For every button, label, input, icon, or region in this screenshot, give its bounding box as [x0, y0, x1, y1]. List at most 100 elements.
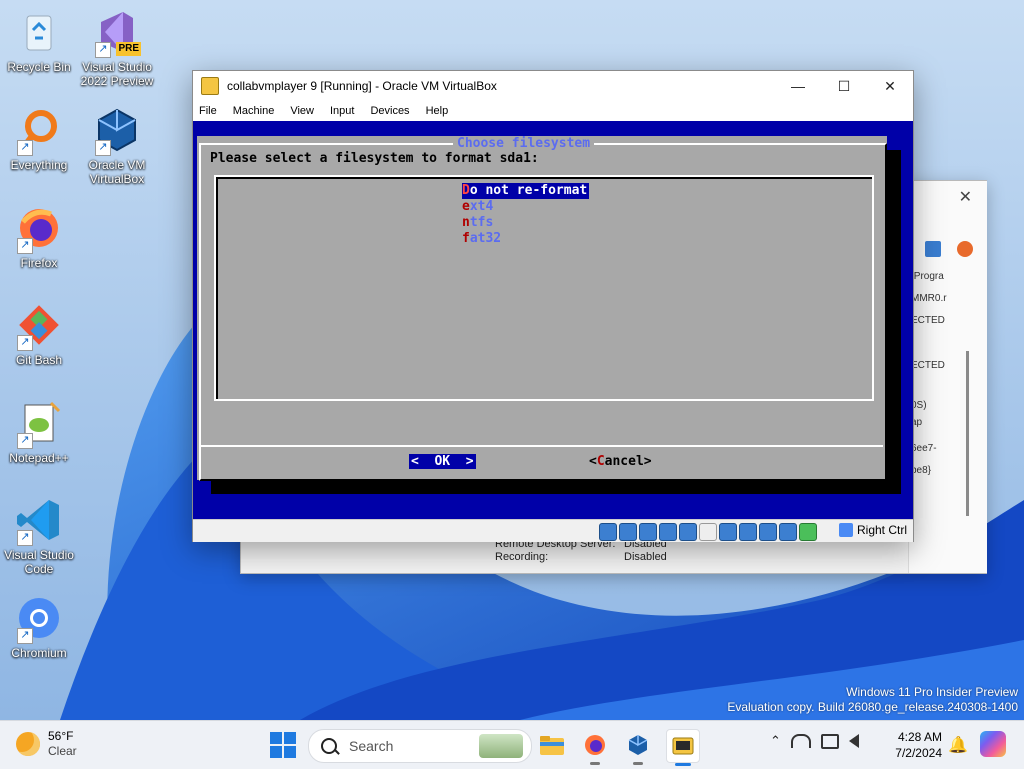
- manager-close-button[interactable]: ✕: [959, 187, 972, 207]
- manager-toolbar-icon[interactable]: [957, 241, 973, 257]
- running-indicator: [633, 762, 643, 765]
- filesystem-dialog: Choose filesystem Please select a filesy…: [197, 136, 887, 481]
- weather-condition: Clear: [48, 744, 77, 758]
- taskbar-firefox[interactable]: [579, 729, 611, 765]
- host-key-label: Right Ctrl: [856, 523, 907, 537]
- taskbar-file-explorer[interactable]: [536, 729, 568, 761]
- detail-text: be8}: [911, 465, 932, 476]
- desktop-icon-vscode[interactable]: ↗ Visual Studio Code: [0, 496, 81, 576]
- visual-studio-preview-icon: ↗ PRE: [93, 8, 141, 58]
- option-do-not-reformat[interactable]: Do not re-format: [462, 183, 590, 199]
- detail-text: MMR0.r: [911, 293, 947, 304]
- taskbar: 56°F Clear Search ⌃ 4:28 AM 7/2/2024 🔔: [0, 720, 1024, 769]
- option-ext4[interactable]: ext4: [462, 199, 589, 215]
- taskbar-virtualbox[interactable]: [622, 729, 654, 765]
- virtualbox-icon: [628, 735, 648, 755]
- vscode-icon: ↗: [15, 496, 63, 546]
- taskbar-collabvm[interactable]: [666, 729, 700, 766]
- vm-window[interactable]: collabvmplayer 9 [Running] - Oracle VM V…: [192, 70, 914, 542]
- desktop-icon-virtualbox[interactable]: ↗ Oracle VM VirtualBox: [75, 106, 159, 186]
- vm-menu-bar: File Machine View Input Devices Help: [193, 101, 913, 121]
- usb-status-icon[interactable]: [679, 523, 697, 541]
- recording-value: Disabled: [624, 551, 667, 563]
- display-icon[interactable]: [820, 733, 839, 749]
- weather-temp: 56°F: [48, 729, 74, 743]
- copilot-icon[interactable]: [980, 731, 1006, 757]
- menu-file[interactable]: File: [199, 105, 217, 117]
- active-indicator: [675, 763, 691, 766]
- vm-display[interactable]: Choose filesystem Please select a filesy…: [193, 121, 913, 519]
- close-button[interactable]: ✕: [867, 71, 913, 101]
- cpu-status-icon[interactable]: [759, 523, 777, 541]
- system-tray: ⌃: [770, 733, 859, 749]
- dialog-separator: [201, 445, 883, 447]
- everything-search-icon: ↗: [15, 106, 63, 156]
- shortcut-arrow-icon: ↗: [17, 530, 33, 546]
- virtualbox-vm-icon: [201, 77, 219, 95]
- keyboard-status-icon[interactable]: [799, 523, 817, 541]
- option-ntfs[interactable]: ntfs: [462, 215, 589, 231]
- recording-status-icon[interactable]: [739, 523, 757, 541]
- recycle-bin-icon: [15, 8, 63, 56]
- desktop-icon-notepadpp[interactable]: ↗ Notepad++: [0, 399, 81, 465]
- virtualbox-icon: ↗: [93, 106, 141, 156]
- git-bash-icon: ↗: [15, 301, 63, 351]
- watermark-line1: Windows 11 Pro Insider Preview: [846, 685, 1018, 699]
- manager-scrollbar[interactable]: [966, 351, 969, 516]
- shortcut-arrow-icon: ↗: [95, 42, 111, 58]
- audio-status-icon[interactable]: [639, 523, 657, 541]
- shortcut-arrow-icon: ↗: [17, 140, 33, 156]
- optical-drive-status-icon[interactable]: [619, 523, 637, 541]
- desktop-icon-everything[interactable]: ↗ Everything: [0, 106, 81, 172]
- display-status-icon[interactable]: [719, 523, 737, 541]
- notifications-bell-icon[interactable]: 🔔: [948, 735, 968, 755]
- dialog-prompt: Please select a filesystem to format sda…: [210, 151, 539, 166]
- preview-badge: PRE: [116, 42, 141, 56]
- shortcut-arrow-icon: ↗: [95, 140, 111, 156]
- notepadpp-icon: ↗: [15, 399, 63, 449]
- maximize-button[interactable]: ☐: [821, 71, 867, 101]
- arrow-down-icon: [838, 523, 853, 537]
- network-status-icon[interactable]: [659, 523, 677, 541]
- search-icon: [321, 738, 337, 754]
- option-fat32[interactable]: fat32: [462, 231, 589, 247]
- menu-help[interactable]: Help: [426, 105, 449, 117]
- recording-label: Recording:: [495, 551, 549, 563]
- filesystem-options: Do not re-format ext4 ntfs fat32: [462, 183, 590, 247]
- network-disconnected-icon[interactable]: [790, 734, 811, 748]
- clock-date: 7/2/2024: [895, 746, 942, 760]
- menu-input[interactable]: Input: [330, 105, 354, 117]
- dialog-title: Choose filesystem: [453, 136, 595, 151]
- taskbar-search[interactable]: Search: [308, 729, 532, 763]
- detail-text: ECTED: [911, 315, 945, 326]
- menu-devices[interactable]: Devices: [370, 105, 409, 117]
- hard-disk-status-icon[interactable]: [599, 523, 617, 541]
- start-button[interactable]: [270, 732, 296, 758]
- desktop-icon-firefox[interactable]: ↗ Firefox: [0, 204, 81, 270]
- desktop-icon-visual-studio-preview[interactable]: ↗ PRE Visual Studio 2022 Preview: [75, 8, 159, 88]
- manager-toolbar-icon[interactable]: [925, 241, 941, 257]
- windows-watermark: Windows 11 Pro Insider Preview Evaluatio…: [727, 685, 1018, 715]
- desktop-icon-git-bash[interactable]: ↗ Git Bash: [0, 301, 81, 367]
- clock[interactable]: 4:28 AM 7/2/2024: [884, 729, 942, 761]
- detail-text: ECTED: [911, 360, 945, 371]
- volume-icon[interactable]: [848, 734, 859, 748]
- shared-folders-status-icon[interactable]: [699, 523, 717, 541]
- menu-view[interactable]: View: [290, 105, 314, 117]
- desktop-icon-chromium[interactable]: ↗ Chromium: [0, 594, 81, 660]
- minimize-button[interactable]: —: [775, 71, 821, 101]
- cancel-button[interactable]: <Cancel>: [589, 454, 652, 469]
- watermark-line2: Evaluation copy. Build 26080.ge_release.…: [727, 700, 1018, 714]
- firefox-icon: ↗: [15, 204, 63, 254]
- desktop-icon-recycle-bin[interactable]: Recycle Bin: [0, 8, 81, 74]
- weather-widget[interactable]: 56°F Clear: [16, 729, 77, 759]
- detail-text: 6ee7-: [911, 443, 937, 454]
- tray-overflow-chevron-icon[interactable]: ⌃: [770, 733, 781, 749]
- file-explorer-icon: [540, 736, 564, 755]
- menu-machine[interactable]: Machine: [233, 105, 275, 117]
- mouse-integration-status-icon[interactable]: [779, 523, 797, 541]
- ok-button[interactable]: < OK >: [409, 454, 476, 469]
- shortcut-arrow-icon: ↗: [17, 628, 33, 644]
- vm-title-bar[interactable]: collabvmplayer 9 [Running] - Oracle VM V…: [193, 71, 913, 101]
- shortcut-arrow-icon: ↗: [17, 335, 33, 351]
